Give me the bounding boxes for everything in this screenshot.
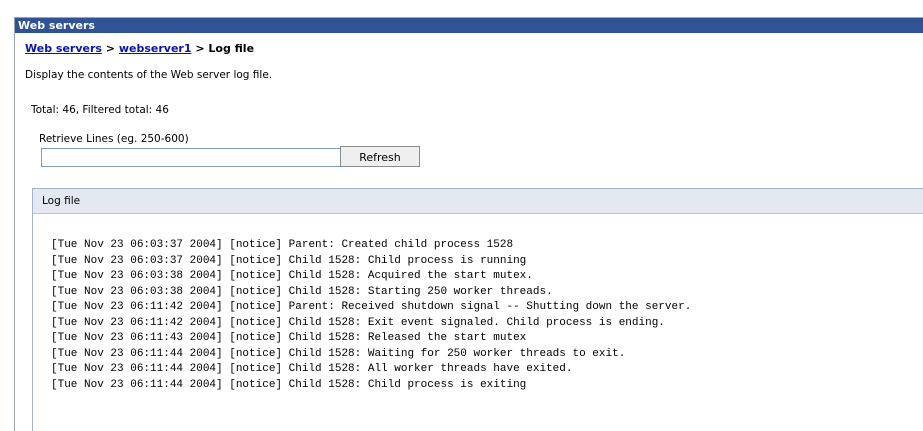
log-content: [Tue Nov 23 06:03:37 2004] [notice] Pare… — [51, 238, 691, 393]
log-line: [Tue Nov 23 06:03:38 2004] [notice] Chil… — [51, 285, 553, 298]
log-line: [Tue Nov 23 06:03:37 2004] [notice] Chil… — [51, 254, 527, 267]
log-line: [Tue Nov 23 06:11:42 2004] [notice] Pare… — [51, 301, 692, 313]
log-line: [Tue Nov 23 06:11:43 2004] [notice] Chil… — [51, 332, 527, 344]
retrieve-lines-label: Retrieve Lines (eg. 250-600) — [39, 133, 189, 145]
page-description: Display the contents of the Web server l… — [25, 69, 273, 81]
totals-text: Total: 46, Filtered total: 46 — [31, 104, 169, 116]
log-line: [Tue Nov 23 06:11:44 2004] [notice] Chil… — [51, 363, 573, 375]
breadcrumb-separator: > — [101, 42, 119, 55]
log-line: [Tue Nov 23 06:03:37 2004] [notice] Pare… — [51, 239, 514, 251]
panel-title: Web servers — [15, 18, 923, 33]
breadcrumb-separator: > — [191, 42, 209, 55]
breadcrumb-current: Log file — [208, 42, 255, 55]
log-file-panel: Log file [Tue Nov 23 06:03:37 2004] [not… — [32, 188, 923, 431]
breadcrumb: Web servers > webserver1 > Log file — [25, 42, 254, 55]
log-line: [Tue Nov 23 06:03:38 2004] [notice] Chil… — [51, 270, 533, 282]
breadcrumb-webserver1-link[interactable]: webserver1 — [119, 42, 192, 55]
log-file-header: Log file — [33, 189, 923, 214]
refresh-button[interactable]: Refresh — [340, 146, 420, 167]
log-line: [Tue Nov 23 06:11:42 2004] [notice] Chil… — [51, 316, 665, 329]
retrieve-lines-input[interactable] — [41, 148, 348, 167]
log-line: [Tue Nov 23 06:11:44 2004] [notice] Chil… — [51, 347, 626, 360]
breadcrumb-web-servers-link[interactable]: Web servers — [25, 42, 102, 55]
log-line: [Tue Nov 23 06:11:44 2004] [notice] Chil… — [51, 378, 527, 391]
